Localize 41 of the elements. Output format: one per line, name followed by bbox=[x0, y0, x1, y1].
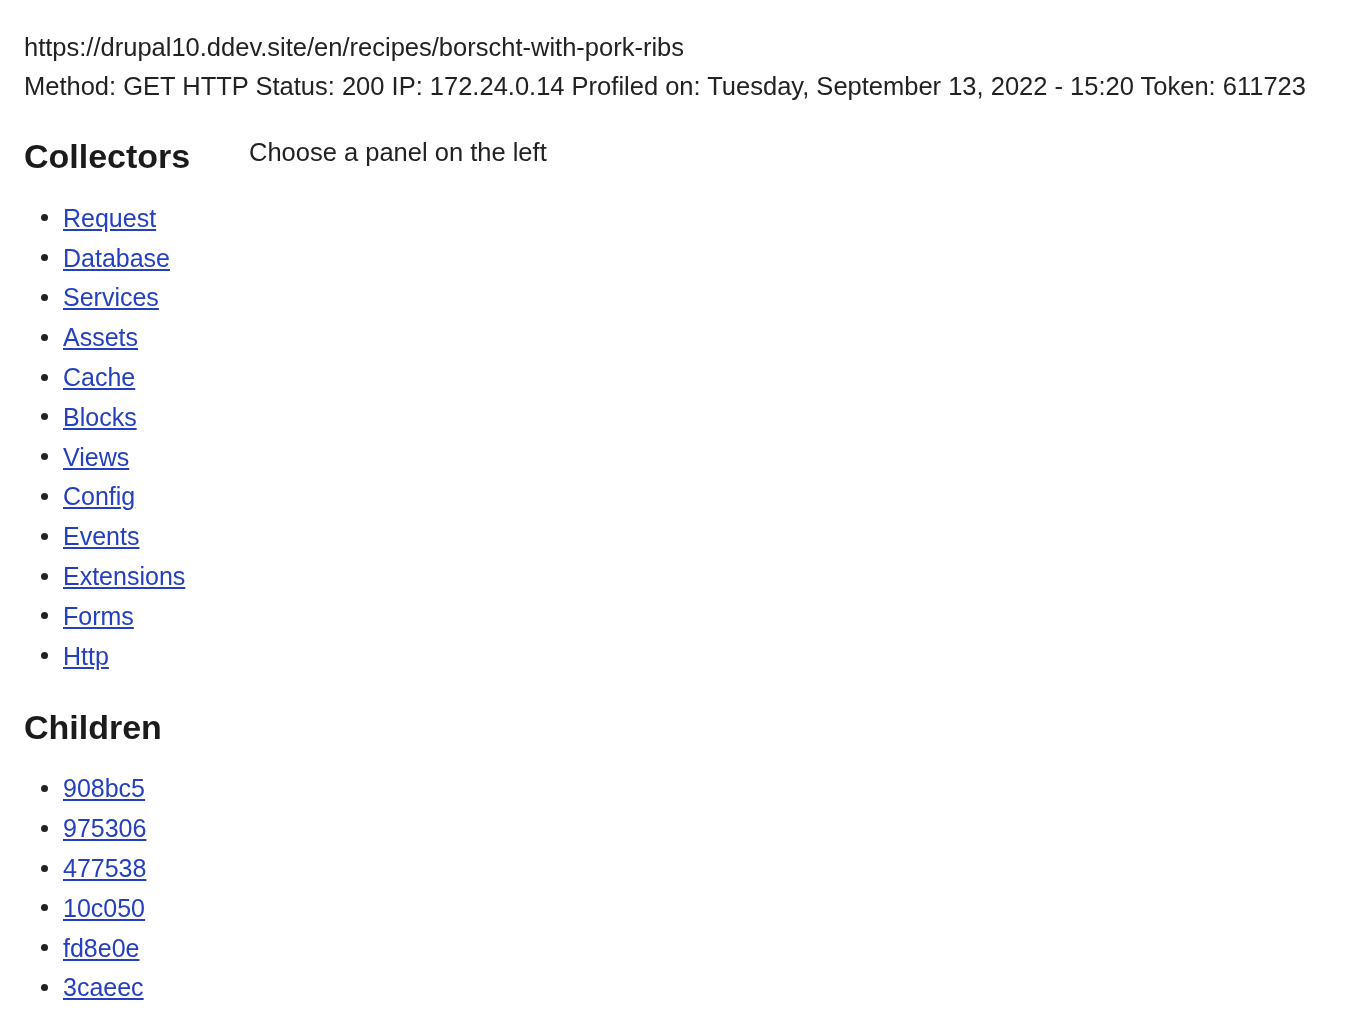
link[interactable]: Assets bbox=[63, 322, 139, 353]
bullet-icon bbox=[41, 373, 48, 381]
bullet-icon bbox=[41, 453, 48, 461]
bullet-icon bbox=[41, 333, 48, 341]
link[interactable]: Forms bbox=[63, 600, 134, 631]
request-url: https://drupal10.ddev.site/en/recipes/borscht-with-pork-ribs bbox=[24, 32, 684, 63]
bullet-icon bbox=[41, 492, 48, 500]
link[interactable]: 975306 bbox=[63, 813, 147, 844]
bullet-icon bbox=[41, 294, 48, 301]
bullet-icon bbox=[41, 413, 48, 421]
link[interactable]: Extensions bbox=[63, 561, 186, 592]
link[interactable]: 908bc5 bbox=[63, 773, 146, 804]
section-heading: Collectors bbox=[24, 136, 191, 176]
link[interactable]: 10c050 bbox=[63, 892, 146, 923]
link[interactable]: Blocks bbox=[63, 401, 137, 432]
request-summary: Method: GET HTTP Status: 200 IP: 172.24.0.14 Profiled on: Tuesday, September 13, 2022 - 15:20 Token: 611723 bbox=[24, 71, 1306, 102]
bullet-icon bbox=[41, 214, 48, 222]
bullet-icon bbox=[41, 612, 48, 620]
bullet-icon bbox=[41, 254, 48, 262]
bullet-icon bbox=[41, 532, 48, 540]
bullet-icon bbox=[41, 824, 48, 832]
link[interactable]: 477538 bbox=[63, 853, 147, 884]
link[interactable]: Events bbox=[63, 521, 140, 552]
link[interactable]: Database bbox=[63, 242, 171, 273]
bullet-icon bbox=[41, 572, 48, 580]
bullet-icon bbox=[41, 784, 48, 792]
link[interactable]: Request bbox=[63, 202, 157, 233]
bullet-icon bbox=[41, 983, 48, 991]
link[interactable]: Cache bbox=[63, 362, 136, 393]
link[interactable]: fd8e0e bbox=[63, 932, 140, 963]
link[interactable]: Http bbox=[63, 640, 109, 671]
section-heading: Children bbox=[24, 706, 162, 747]
bullet-icon bbox=[41, 904, 48, 912]
bullet-icon bbox=[41, 944, 48, 952]
link[interactable]: Views bbox=[63, 441, 130, 472]
bullet-icon bbox=[41, 652, 48, 660]
link[interactable]: Config bbox=[63, 481, 136, 512]
link[interactable]: Services bbox=[63, 282, 159, 313]
link[interactable]: 3caeec bbox=[63, 972, 144, 1003]
bullet-icon bbox=[41, 864, 48, 872]
panel-message: Choose a panel on the left bbox=[249, 137, 547, 167]
